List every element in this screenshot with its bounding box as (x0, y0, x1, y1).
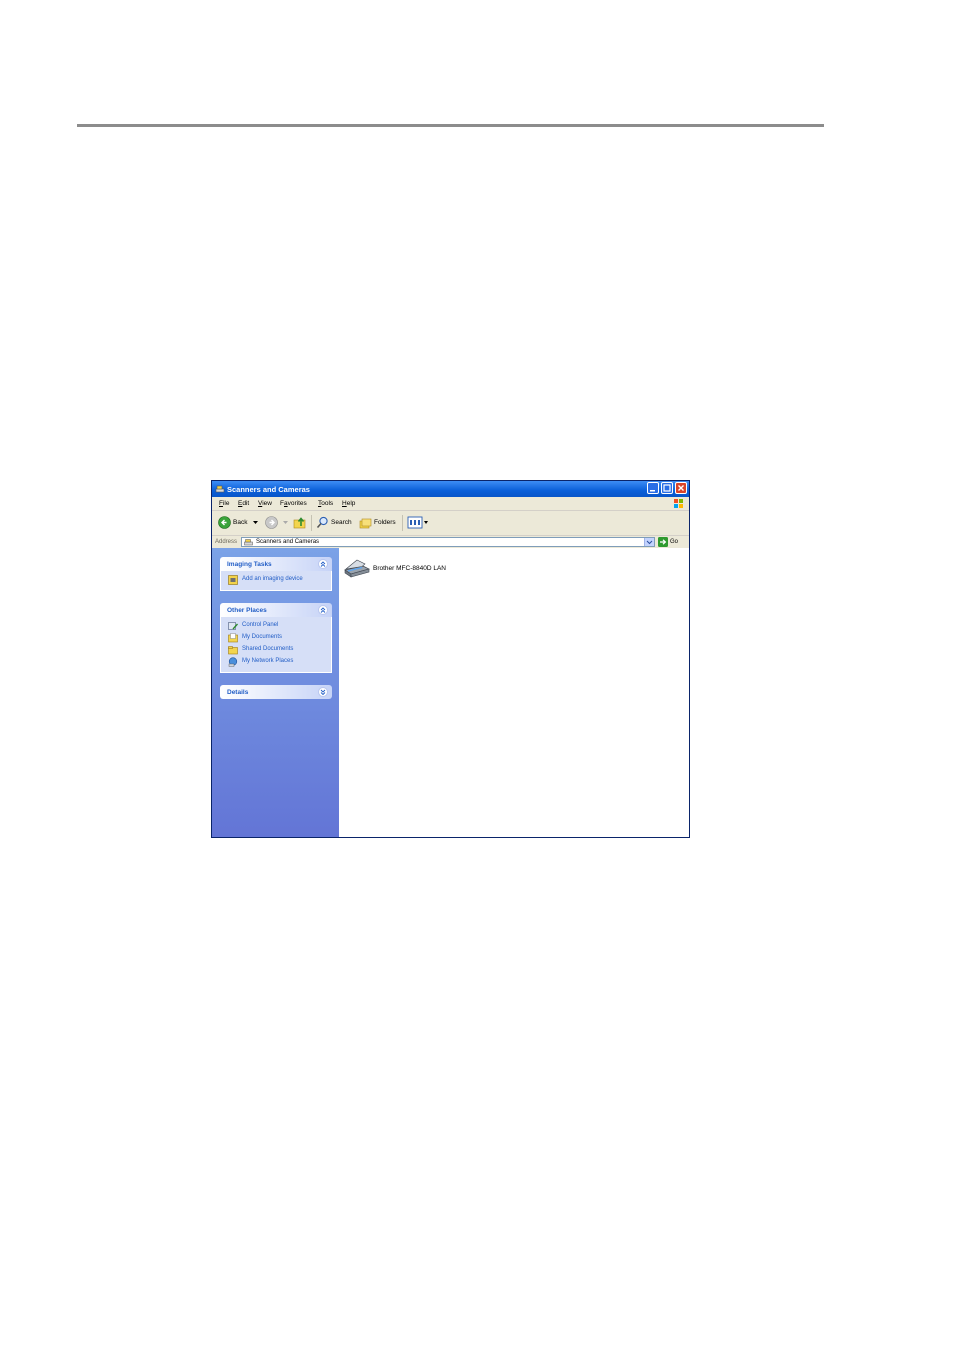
folder-up-icon (293, 517, 306, 529)
page-divider (77, 124, 824, 127)
explorer-content: Imaging Tasks Add an imaging device Othe… (212, 548, 689, 837)
up-folder-button[interactable] (293, 516, 307, 529)
scanner-device-item[interactable]: Brother MFC-8840D LAN (343, 557, 446, 579)
back-arrow-icon (218, 516, 231, 529)
shared-folder-icon (228, 646, 238, 655)
control-panel-icon (228, 622, 238, 630)
toolbar-separator (311, 515, 312, 531)
folders-button[interactable]: Folders (359, 516, 396, 529)
address-label: Address (215, 539, 238, 545)
address-input[interactable]: Scanners and Cameras (241, 537, 655, 547)
address-dropdown-button[interactable] (644, 538, 654, 546)
menu-view[interactable]: View (258, 500, 272, 507)
explorer-window: Scanners and Cameras File Edit View Favo… (211, 480, 690, 838)
menu-edit[interactable]: Edit (238, 500, 249, 507)
imaging-tasks-panel: Imaging Tasks Add an imaging device (220, 557, 332, 591)
other-places-header[interactable]: Other Places (220, 603, 332, 617)
close-button[interactable] (675, 482, 687, 494)
address-value: Scanners and Cameras (256, 539, 320, 545)
search-icon (316, 516, 328, 529)
details-header[interactable]: Details (220, 685, 332, 699)
menu-file[interactable]: File (219, 500, 230, 507)
imaging-tasks-header[interactable]: Imaging Tasks (220, 557, 332, 571)
go-arrow-icon (658, 537, 668, 547)
go-button[interactable]: Go (658, 537, 678, 547)
menu-favorites[interactable]: Favorites (280, 500, 307, 507)
maximize-button[interactable] (661, 482, 673, 494)
scanner-camera-icon (244, 539, 253, 546)
my-documents-icon (228, 633, 238, 643)
menu-bar: File Edit View Favorites Tools Help (212, 497, 689, 511)
device-label: Brother MFC-8840D LAN (373, 564, 446, 572)
network-places-icon (228, 657, 238, 667)
standard-toolbar: Back Search Folders (212, 511, 689, 536)
my-network-places-link[interactable]: My Network Places (221, 656, 331, 668)
address-bar: Address Scanners and Cameras Go (212, 536, 689, 548)
menu-tools[interactable]: Tools (318, 500, 333, 507)
scanner-camera-app-icon (215, 485, 225, 493)
other-places-body: Control Panel My Documents Shared Docume… (220, 617, 332, 673)
details-panel: Details (220, 685, 332, 699)
file-list-view[interactable]: Brother MFC-8840D LAN (339, 548, 689, 837)
menu-help[interactable]: Help (342, 500, 355, 507)
folders-icon (359, 518, 372, 529)
other-places-panel: Other Places Control Panel My Documents … (220, 603, 332, 673)
forward-dropdown-icon[interactable] (283, 521, 288, 525)
windows-logo-icon (674, 499, 683, 508)
collapse-chevron-icon[interactable] (318, 559, 328, 569)
collapse-chevron-icon[interactable] (318, 605, 328, 615)
views-button[interactable] (407, 516, 429, 529)
my-documents-link[interactable]: My Documents (221, 632, 331, 644)
add-device-icon (228, 575, 238, 585)
minimize-icon (650, 490, 655, 492)
minimize-button[interactable] (647, 482, 659, 494)
search-button[interactable]: Search (316, 516, 352, 529)
back-dropdown-icon[interactable] (253, 521, 258, 525)
imaging-tasks-body: Add an imaging device (220, 571, 332, 591)
window-title: Scanners and Cameras (227, 485, 310, 494)
scanner-icon (344, 559, 370, 578)
toolbar-separator (402, 515, 403, 531)
control-panel-link[interactable]: Control Panel (221, 620, 331, 632)
views-icon (407, 516, 428, 529)
back-button[interactable]: Back (218, 516, 247, 529)
forward-arrow-icon (265, 516, 278, 529)
chevron-down-icon (646, 540, 653, 545)
add-imaging-device-link[interactable]: Add an imaging device (221, 574, 331, 586)
title-bar[interactable]: Scanners and Cameras (212, 481, 689, 497)
shared-documents-link[interactable]: Shared Documents (221, 644, 331, 656)
expand-chevron-icon[interactable] (318, 687, 328, 697)
task-pane: Imaging Tasks Add an imaging device Othe… (212, 548, 339, 837)
maximize-icon (663, 484, 671, 492)
forward-button[interactable] (265, 516, 278, 529)
close-icon (678, 485, 684, 491)
